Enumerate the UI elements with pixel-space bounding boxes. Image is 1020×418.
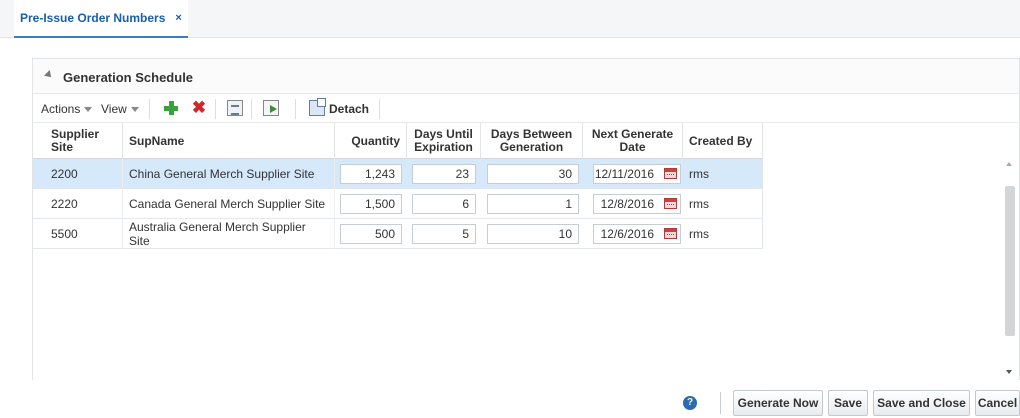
column-header-days-until-expiration[interactable]: Days Until Expiration: [407, 123, 481, 159]
days-until-expiration-input[interactable]: [412, 224, 476, 244]
table-toolbar: Actions View ✖ Detach: [33, 93, 1019, 123]
calendar-icon[interactable]: [664, 198, 677, 209]
detach-button[interactable]: Detach: [329, 102, 369, 116]
supname-cell: Canada General Merch Supplier Site: [123, 189, 335, 219]
table-row[interactable]: 5500 Australia General Merch Supplier Si…: [33, 219, 763, 249]
actions-menu-label: Actions: [41, 102, 81, 116]
created-by-cell: rms: [689, 227, 709, 241]
disclosure-triangle-icon[interactable]: [44, 70, 54, 80]
quantity-input[interactable]: [340, 164, 402, 184]
column-header-created-by[interactable]: Created By: [683, 123, 763, 159]
help-icon[interactable]: ?: [683, 396, 697, 410]
table-row[interactable]: 2200 China General Merch Supplier Site 1…: [33, 159, 763, 189]
generation-schedule-table: Supplier Site SupName Quantity Days Unti…: [33, 123, 1019, 380]
cancel-button[interactable]: Cancel: [975, 390, 1020, 416]
generation-schedule-panel: Generation Schedule Actions View ✖ Detac…: [32, 58, 1020, 380]
footer-divider: [720, 392, 721, 414]
supname-cell: China General Merch Supplier Site: [123, 159, 335, 189]
days-between-generation-input[interactable]: [487, 164, 579, 184]
created-by-cell: rms: [689, 197, 709, 211]
table-header: Supplier Site SupName Quantity Days Unti…: [33, 123, 763, 159]
detach-icon[interactable]: [309, 98, 326, 116]
supname-cell: Australia General Merch Supplier Site: [123, 219, 335, 249]
toolbar-divider: [215, 99, 216, 119]
scroll-down-icon[interactable]: [1006, 370, 1012, 374]
vertical-scrollbar[interactable]: [1002, 162, 1018, 374]
panel-header: Generation Schedule: [33, 59, 1019, 93]
column-header-supname[interactable]: SupName: [123, 123, 335, 159]
tab-label[interactable]: Pre-Issue Order Numbers: [20, 11, 165, 25]
days-between-generation-input[interactable]: [487, 224, 579, 244]
add-icon[interactable]: [163, 100, 179, 116]
toolbar-divider: [295, 99, 296, 119]
save-and-close-button[interactable]: Save and Close: [873, 390, 970, 416]
supplier-site-cell: 5500: [33, 219, 123, 249]
supplier-site-cell: 2200: [33, 159, 123, 189]
created-by-cell: rms: [689, 167, 709, 181]
delete-icon[interactable]: ✖: [191, 99, 207, 116]
view-menu-label: View: [101, 102, 127, 116]
toolbar-divider: [149, 99, 150, 119]
column-header-quantity[interactable]: Quantity: [335, 123, 407, 159]
toolbar-divider: [251, 99, 252, 119]
supplier-site-cell: 2220: [33, 189, 123, 219]
tab-pre-issue-order-numbers[interactable]: Pre-Issue Order Numbers ×: [14, 0, 188, 38]
edit-rows-icon[interactable]: [227, 100, 243, 116]
chevron-down-icon: [130, 107, 139, 113]
chevron-down-icon: [84, 107, 93, 113]
quantity-input[interactable]: [340, 194, 402, 214]
scroll-thumb[interactable]: [1005, 186, 1015, 336]
tab-strip: Pre-Issue Order Numbers ×: [0, 0, 1020, 38]
export-icon[interactable]: [263, 100, 279, 116]
calendar-icon[interactable]: [664, 228, 677, 239]
save-button[interactable]: Save: [828, 390, 868, 416]
column-header-supplier-site[interactable]: Supplier Site: [33, 123, 123, 159]
days-until-expiration-input[interactable]: [412, 164, 476, 184]
column-header-next-generate-date[interactable]: Next Generate Date: [583, 123, 683, 159]
table-row[interactable]: 2220 Canada General Merch Supplier Site …: [33, 189, 763, 219]
panel-title: Generation Schedule: [63, 70, 194, 85]
calendar-icon[interactable]: [664, 168, 677, 179]
scroll-up-icon[interactable]: [1006, 162, 1012, 166]
quantity-input[interactable]: [340, 224, 402, 244]
toolbar-divider: [379, 99, 380, 119]
column-header-days-between-generation[interactable]: Days Between Generation: [481, 123, 583, 159]
view-menu[interactable]: View: [101, 102, 139, 116]
days-until-expiration-input[interactable]: [412, 194, 476, 214]
actions-menu[interactable]: Actions: [41, 102, 93, 116]
tab-close-icon[interactable]: ×: [175, 12, 181, 24]
days-between-generation-input[interactable]: [487, 194, 579, 214]
generate-now-button[interactable]: Generate Now: [733, 390, 823, 416]
